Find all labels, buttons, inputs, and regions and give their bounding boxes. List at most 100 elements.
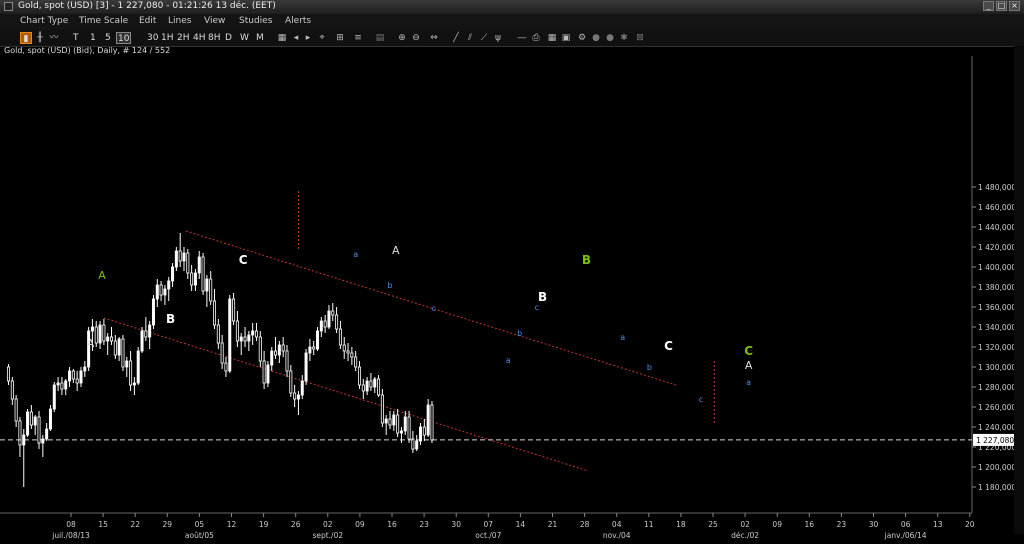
candle-body — [201, 256, 205, 292]
zoom-in-icon[interactable]: ⊕ — [396, 32, 408, 44]
trend-line-icon[interactable]: ╱ — [450, 32, 462, 44]
timeframe-10[interactable]: 10 — [116, 32, 132, 44]
month-label: nov./04 — [603, 531, 631, 540]
timeframe-1[interactable]: 1 — [89, 32, 97, 44]
y-tick-label: 1 460,000 — [978, 203, 1016, 212]
timeframe-4h[interactable]: 4H — [192, 32, 207, 44]
window-icon[interactable] — [4, 2, 13, 11]
candle-body — [426, 404, 430, 436]
timeframe-30[interactable]: 30 — [146, 32, 159, 44]
scroll-left-icon[interactable]: ◂ — [290, 32, 302, 44]
x-tick-label: 07 — [484, 520, 494, 529]
timeframe-d[interactable]: D — [224, 32, 233, 44]
template-icon[interactable]: ▣ — [560, 32, 572, 44]
x-tick-label: 29 — [163, 520, 173, 529]
link-icon[interactable]: ● — [590, 32, 602, 44]
timeframe-8h[interactable]: 8H — [207, 32, 222, 44]
x-tick-label: 11 — [644, 520, 654, 529]
candle-body — [396, 414, 400, 434]
candle-body — [254, 330, 258, 338]
candle-body — [281, 344, 285, 352]
candle-body — [232, 298, 236, 322]
pitchfork-icon[interactable]: ψ — [492, 32, 504, 44]
candle-body — [293, 392, 297, 400]
candle-body — [7, 366, 11, 382]
x-tick-label: 26 — [291, 520, 301, 529]
table-icon[interactable]: ▦ — [546, 32, 558, 44]
remove-icon[interactable]: ⊠ — [634, 32, 646, 44]
candle-body — [220, 342, 224, 364]
candle-body — [251, 330, 255, 336]
y-tick-label: 1 360,000 — [978, 303, 1016, 312]
candle-body — [64, 380, 68, 390]
candle-body — [270, 350, 274, 366]
zoom-out-icon[interactable]: ⊖ — [410, 32, 422, 44]
y-tick-label: 1 340,000 — [978, 323, 1016, 332]
candle-body — [373, 378, 377, 388]
x-tick-label: 02 — [323, 520, 333, 529]
close-button[interactable]: × — [1009, 1, 1020, 11]
menu-view[interactable]: View — [204, 16, 225, 26]
candle-body — [106, 336, 110, 342]
timeframe-1h[interactable]: 1H — [160, 32, 175, 44]
grid-icon[interactable]: ▦ — [276, 32, 288, 44]
scroll-right-icon[interactable]: ▸ — [302, 32, 314, 44]
menu-chart-type[interactable]: Chart Type — [20, 16, 68, 26]
bar-chart-icon[interactable]: ╫ — [34, 32, 46, 44]
candle-body — [377, 378, 381, 396]
properties-icon[interactable]: ▤ — [374, 32, 386, 44]
x-tick-label: 06 — [901, 520, 911, 529]
price-chart[interactable]: 1 180,0001 200,0001 220,0001 240,0001 26… — [0, 56, 1024, 544]
menu-alerts[interactable]: Alerts — [285, 16, 311, 26]
timeframe-2h[interactable]: 2H — [176, 32, 191, 44]
x-tick-label: 25 — [708, 520, 718, 529]
timeframe-m[interactable]: M — [255, 32, 265, 44]
candle-body — [361, 384, 365, 392]
fit-icon[interactable]: ⇔ — [428, 32, 440, 44]
candle-body — [354, 356, 358, 368]
toolbar: ▮ ╫ 〰 T 1 5 10 30 1H 2H 4H 8H D W M ▦ ◂ … — [0, 30, 1024, 47]
timeframe-tick[interactable]: T — [72, 32, 80, 44]
tools-icon[interactable]: ✱ — [618, 32, 630, 44]
candle-body — [94, 326, 98, 344]
minimize-button[interactable]: _ — [983, 1, 994, 11]
candle-body — [52, 384, 56, 410]
settings-icon[interactable]: ⚙ — [576, 32, 588, 44]
menu-time-scale[interactable]: Time Scale — [79, 16, 128, 26]
horizontal-line-icon[interactable]: ― — [516, 32, 528, 44]
candlestick-chart-icon[interactable]: ▮ — [20, 32, 32, 44]
zoom-icon[interactable]: ⊞ — [334, 32, 346, 44]
candle-body — [300, 380, 304, 396]
maximize-button[interactable]: □ — [996, 1, 1007, 11]
candle-body — [163, 288, 167, 296]
print-icon[interactable]: ⎙ — [530, 32, 542, 44]
timeframe-w[interactable]: W — [239, 32, 250, 44]
wave-label: A — [98, 269, 106, 282]
right-scrollbar[interactable] — [1014, 46, 1024, 534]
x-tick-label: 14 — [516, 520, 526, 529]
menu-lines[interactable]: Lines — [168, 16, 191, 26]
candle-body — [342, 344, 346, 352]
candle-body — [125, 360, 129, 368]
x-tick-label: 04 — [612, 520, 622, 529]
y-tick-label: 1 380,000 — [978, 283, 1016, 292]
wave-label: A — [87, 337, 95, 350]
object-list-icon[interactable]: ≡ — [352, 32, 364, 44]
menu-studies[interactable]: Studies — [239, 16, 272, 26]
candle-body — [48, 408, 52, 430]
candle-body — [312, 346, 316, 350]
candle-body — [171, 266, 175, 282]
candle-body — [186, 252, 190, 274]
fibonacci-icon[interactable]: ⫽ — [464, 32, 476, 44]
sync-icon[interactable]: ● — [604, 32, 616, 44]
wave-label: a — [506, 356, 511, 365]
crosshair-icon[interactable]: ⌖ — [316, 32, 328, 44]
candle-body — [209, 278, 213, 302]
wave-label: A — [392, 244, 400, 257]
x-tick-label: 18 — [676, 520, 686, 529]
menu-edit[interactable]: Edit — [139, 16, 156, 26]
timeframe-5[interactable]: 5 — [104, 32, 112, 44]
line-chart-icon[interactable]: 〰 — [48, 32, 60, 44]
candle-body — [29, 411, 33, 426]
channel-icon[interactable]: ⟋ — [478, 32, 490, 44]
